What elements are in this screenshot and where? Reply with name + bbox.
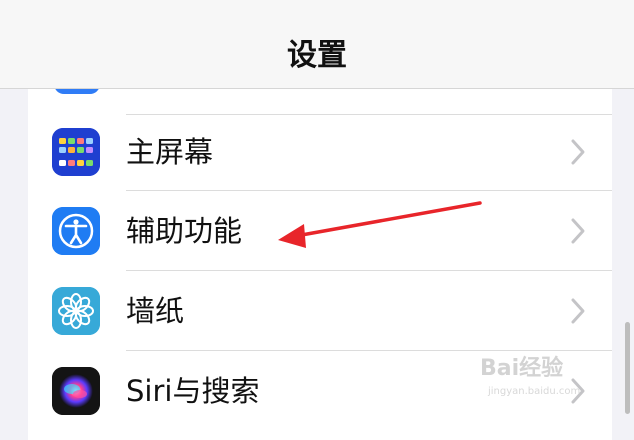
accessibility-icon bbox=[52, 207, 100, 255]
page-title: 设置 bbox=[287, 38, 347, 73]
navigation-bar: 设置 bbox=[0, 0, 634, 89]
settings-row-label: Siri与搜索 bbox=[126, 374, 260, 408]
watermark-logo: Bai经验 jingyan.baidu.com bbox=[480, 350, 630, 410]
siri-icon bbox=[52, 367, 100, 415]
chevron-right-icon bbox=[571, 139, 585, 165]
watermark-url: jingyan.baidu.com bbox=[488, 386, 581, 397]
chevron-right-icon bbox=[571, 218, 585, 244]
settings-row-label: 辅助功能 bbox=[126, 214, 243, 248]
wallpaper-flower-icon bbox=[52, 287, 100, 335]
settings-row-label: 墙纸 bbox=[126, 294, 185, 328]
watermark-text: Bai经验 bbox=[480, 356, 564, 381]
settings-row-label: 主屏幕 bbox=[126, 135, 214, 169]
home-screen-icon bbox=[52, 128, 100, 176]
settings-row-wallpaper[interactable]: 墙纸 bbox=[28, 271, 612, 351]
chevron-right-icon bbox=[571, 298, 585, 324]
settings-row-home-screen[interactable]: 主屏幕 bbox=[28, 112, 612, 192]
settings-row-accessibility[interactable]: 辅助功能 bbox=[28, 191, 612, 271]
